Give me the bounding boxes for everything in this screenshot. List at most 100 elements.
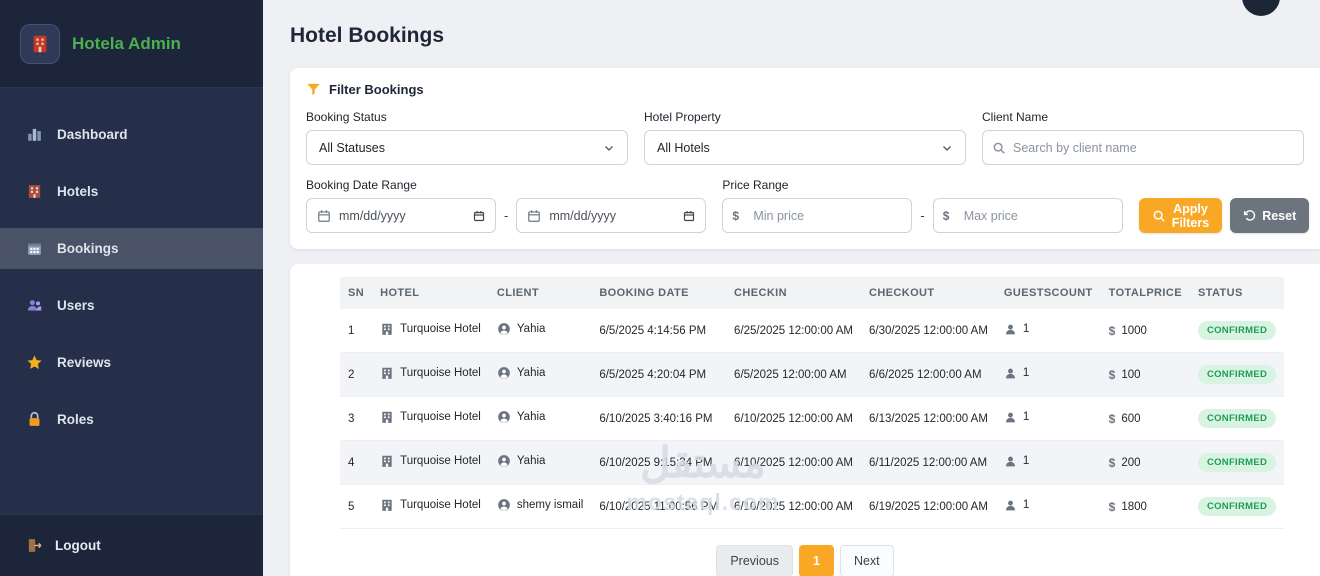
calendar-icon (317, 209, 331, 223)
range-separator: - (504, 208, 508, 223)
sidebar-item-label: Hotels (57, 184, 98, 199)
sidebar-item-users[interactable]: Users (0, 285, 263, 326)
reset-icon (1243, 209, 1256, 222)
sidebar-item-reviews[interactable]: Reviews (0, 342, 263, 383)
lock-icon (26, 411, 43, 428)
bookings-table-card: SNHOTELCLIENTBOOKING DATECHECKINCHECKOUT… (290, 264, 1320, 576)
cell-guests: 1 (996, 397, 1101, 441)
cell-sn: 1 (340, 309, 372, 353)
building-icon (380, 366, 394, 380)
pagination-next[interactable]: Next (840, 545, 894, 576)
sidebar-item-hotels[interactable]: Hotels (0, 171, 263, 212)
cell-total-price: $200 (1101, 441, 1190, 485)
person-circle-icon (497, 322, 511, 336)
pagination-previous[interactable]: Previous (716, 545, 793, 576)
dollar-icon: $ (943, 209, 950, 223)
pagination-page-1[interactable]: 1 (799, 545, 834, 576)
min-price-input[interactable] (722, 198, 912, 233)
bookings-icon (26, 240, 43, 257)
logout-label: Logout (55, 538, 101, 553)
date-picker-icon[interactable] (683, 210, 695, 222)
person-icon (1004, 367, 1017, 380)
cell-sn: 4 (340, 441, 372, 485)
person-icon (1004, 411, 1017, 424)
main-content: Hotel Bookings Filter Bookings Booking S… (263, 0, 1320, 576)
date-to-input[interactable]: mm/dd/yyyy (516, 198, 706, 233)
column-header-totalprice: TOTALPRICE (1101, 277, 1190, 309)
building-icon (380, 454, 394, 468)
filter-title: Filter Bookings (306, 82, 1304, 97)
sidebar-item-dashboard[interactable]: Dashboard (0, 114, 263, 155)
building-icon (380, 410, 394, 424)
column-header-hotel: HOTEL (372, 277, 489, 309)
reset-button[interactable]: Reset (1230, 198, 1309, 233)
cell-status: CONFIRMED (1190, 441, 1284, 485)
max-price-input[interactable] (933, 198, 1123, 233)
status-badge: CONFIRMED (1198, 321, 1276, 340)
dollar-icon: $ (1109, 500, 1116, 514)
hotel-property-select[interactable]: All Hotels (644, 130, 966, 165)
column-header-guestscount: GUESTSCOUNT (996, 277, 1101, 309)
status-badge: CONFIRMED (1198, 409, 1276, 428)
sidebar-item-label: Bookings (57, 241, 119, 256)
date-picker-icon[interactable] (473, 210, 485, 222)
person-circle-icon (497, 498, 511, 512)
person-icon (1004, 499, 1017, 512)
column-header-client: CLIENT (489, 277, 591, 309)
cell-status: CONFIRMED (1190, 309, 1284, 353)
user-avatar[interactable] (1242, 0, 1280, 16)
date-from-input[interactable]: mm/dd/yyyy (306, 198, 496, 233)
sidebar-item-bookings[interactable]: Bookings (0, 228, 263, 269)
table-header-row: SNHOTELCLIENTBOOKING DATECHECKINCHECKOUT… (340, 277, 1284, 309)
sidebar-item-label: Dashboard (57, 127, 128, 142)
sidebar-item-label: Roles (57, 412, 94, 427)
cell-client: Yahia (489, 441, 591, 485)
column-header-checkin: CHECKIN (726, 277, 861, 309)
apply-filters-button[interactable]: Apply Filters (1139, 198, 1223, 233)
cell-checkin: 6/10/2025 12:00:00 AM (726, 397, 861, 441)
cell-status: CONFIRMED (1190, 353, 1284, 397)
logout-button[interactable]: Logout (0, 514, 263, 576)
cell-sn: 5 (340, 485, 372, 529)
dollar-icon: $ (1109, 324, 1116, 338)
person-circle-icon (497, 410, 511, 424)
cell-sn: 2 (340, 353, 372, 397)
cell-checkin: 6/5/2025 12:00:00 AM (726, 353, 861, 397)
dollar-icon: $ (1109, 412, 1116, 426)
dashboard-icon (26, 126, 43, 143)
filter-panel: Filter Bookings Booking Status All Statu… (290, 68, 1320, 249)
cell-checkout: 6/30/2025 12:00:00 AM (861, 309, 996, 353)
filter-funnel-icon (306, 82, 321, 97)
app-root: Hotela Admin Dashboard Hotels Bookings User… (0, 0, 1320, 576)
cell-hotel: Turquoise Hotel (372, 309, 489, 353)
sidebar: Hotela Admin Dashboard Hotels Bookings User… (0, 0, 263, 576)
cell-hotel: Turquoise Hotel (372, 353, 489, 397)
bookings-table: SNHOTELCLIENTBOOKING DATECHECKINCHECKOUT… (340, 277, 1284, 529)
cell-checkout: 6/6/2025 12:00:00 AM (861, 353, 996, 397)
price-range-label: Price Range (722, 178, 1122, 192)
cell-client: Yahia (489, 309, 591, 353)
cell-checkout: 6/19/2025 12:00:00 AM (861, 485, 996, 529)
person-circle-icon (497, 454, 511, 468)
logout-icon (26, 537, 43, 554)
booking-status-select[interactable]: All Statuses (306, 130, 628, 165)
client-name-search (982, 130, 1304, 165)
cell-hotel: Turquoise Hotel (372, 485, 489, 529)
table-row: 1Turquoise HotelYahia6/5/2025 4:14:56 PM… (340, 309, 1284, 353)
cell-booking-date: 6/10/2025 11:00:56 PM (591, 485, 726, 529)
client-name-input[interactable] (982, 130, 1304, 165)
cell-total-price: $600 (1101, 397, 1190, 441)
min-price-wrap: $ (722, 198, 912, 233)
chevron-down-icon (603, 142, 615, 154)
status-badge: CONFIRMED (1198, 365, 1276, 384)
brand[interactable]: Hotela Admin (0, 0, 263, 88)
building-icon (380, 498, 394, 512)
cell-hotel: Turquoise Hotel (372, 397, 489, 441)
sidebar-item-label: Users (57, 298, 95, 313)
cell-guests: 1 (996, 441, 1101, 485)
sidebar-item-roles[interactable]: Roles (0, 399, 263, 440)
cell-checkin: 6/10/2025 12:00:00 AM (726, 441, 861, 485)
dollar-icon: $ (1109, 456, 1116, 470)
pagination: Previous 1 Next (340, 545, 1270, 576)
star-icon (26, 354, 43, 371)
